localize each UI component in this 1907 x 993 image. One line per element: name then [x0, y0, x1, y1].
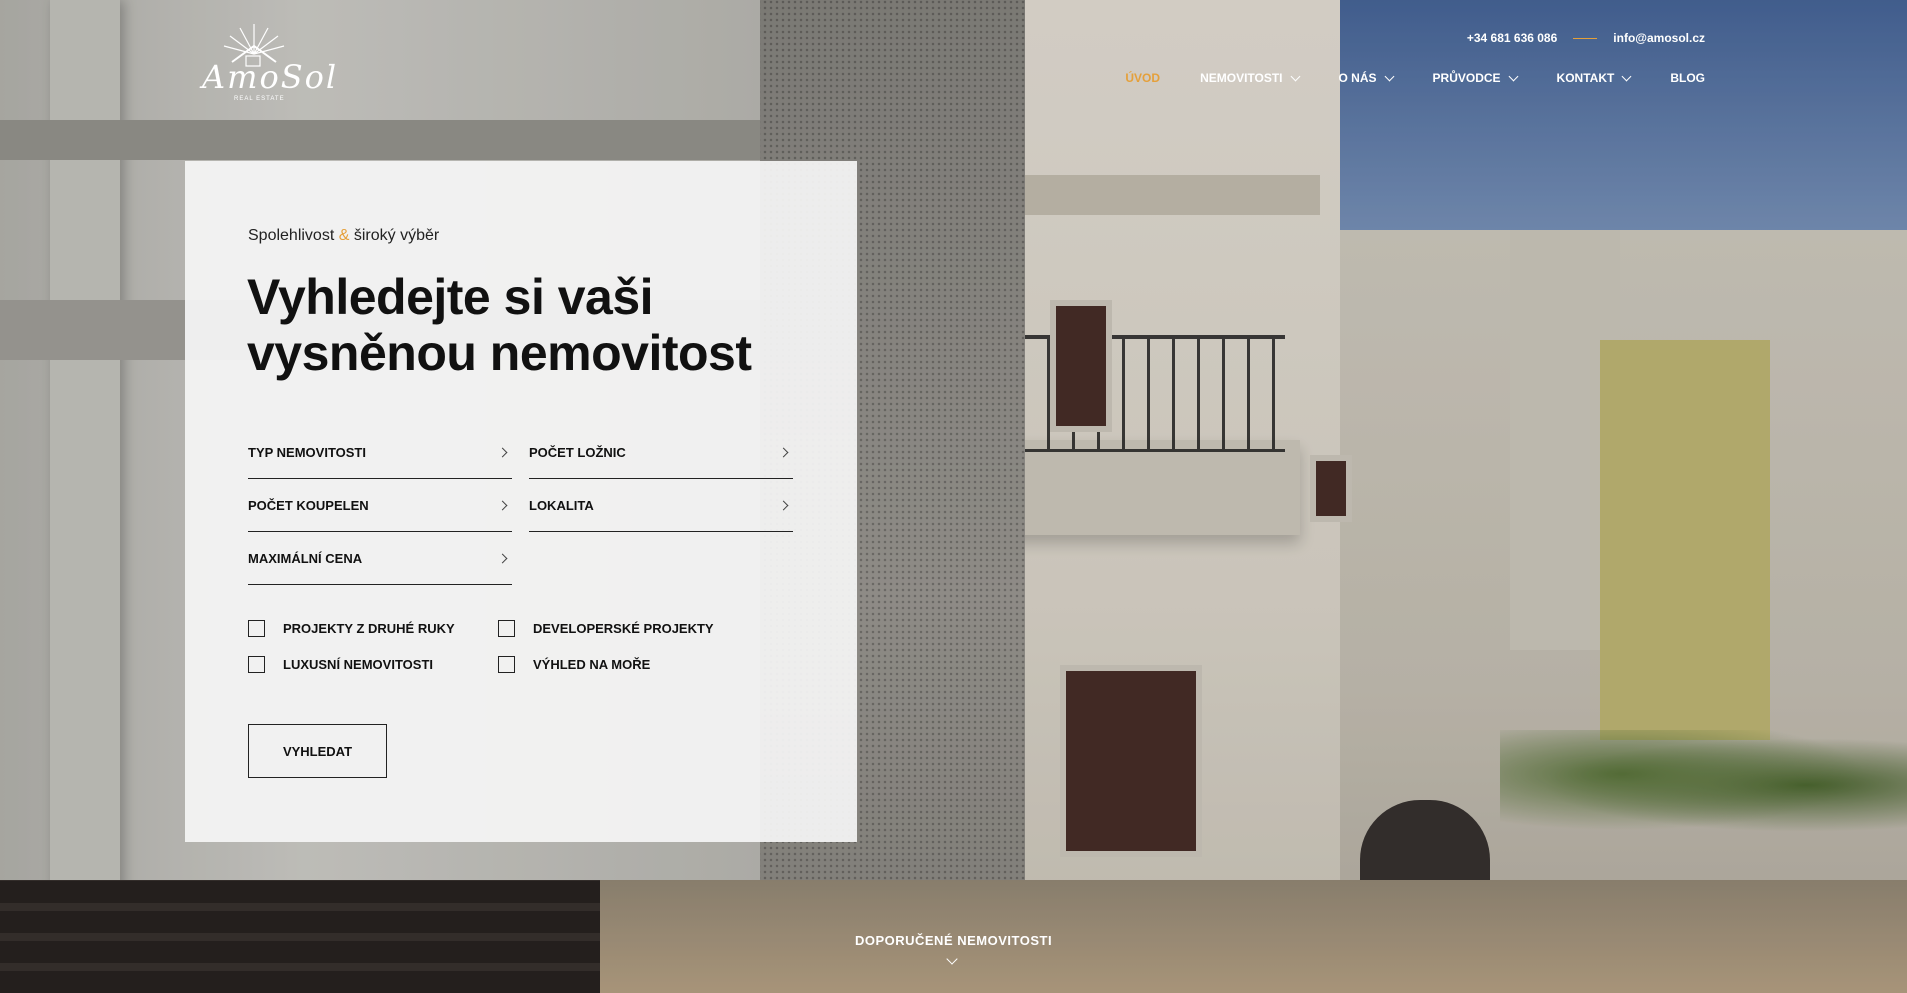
- field-label: TYP NEMOVITOSTI: [248, 445, 366, 460]
- field-label: POČET KOUPELEN: [248, 498, 369, 513]
- field-label: LOKALITA: [529, 498, 594, 513]
- checkbox-label: VÝHLED NA MOŘE: [533, 657, 651, 672]
- checkbox-sea-view[interactable]: VÝHLED NA MOŘE: [498, 656, 650, 673]
- checkbox-label: LUXUSNÍ NEMOVITOSTI: [283, 657, 433, 672]
- hero-tagline: Spolehlivost & široký výběr: [248, 227, 439, 245]
- nav-label: KONTAKT: [1556, 71, 1615, 85]
- main-nav: ÚVOD NEMOVITOSTI O NÁS PRŮVODCE KONTAKT …: [1085, 71, 1705, 85]
- select-property-type[interactable]: TYP NEMOVITOSTI: [248, 427, 512, 479]
- logo-wordmark: AmoSol: [202, 58, 339, 96]
- chevron-down-icon: [1508, 71, 1518, 81]
- checkbox-box[interactable]: [498, 620, 515, 637]
- chevron-down-icon: [1621, 71, 1632, 81]
- chevron-right-icon: [497, 553, 508, 564]
- select-max-price[interactable]: MAXIMÁLNÍ CENA: [248, 533, 512, 585]
- chevron-right-icon: [497, 447, 508, 458]
- checkbox-label: DEVELOPERSKÉ PROJEKTY: [533, 621, 714, 636]
- brand-logo[interactable]: AmoSol REAL ESTATE: [196, 18, 346, 106]
- select-location[interactable]: LOKALITA: [529, 480, 793, 532]
- checkbox-second-hand[interactable]: PROJEKTY Z DRUHÉ RUKY: [248, 620, 455, 637]
- tagline-ampersand: &: [338, 227, 350, 244]
- nav-label: PRŮVODCE: [1432, 71, 1501, 85]
- nav-label: ÚVOD: [1125, 71, 1161, 85]
- nav-label: O NÁS: [1338, 71, 1377, 85]
- checkbox-label: PROJEKTY Z DRUHÉ RUKY: [283, 621, 455, 636]
- nav-item-pruvodce[interactable]: PRŮVODCE: [1432, 71, 1518, 85]
- nav-item-uvod[interactable]: ÚVOD: [1125, 71, 1160, 85]
- nav-item-blog[interactable]: BLOG: [1670, 71, 1705, 85]
- featured-properties-link[interactable]: DOPORUČENÉ NEMOVITOSTI: [0, 933, 1907, 948]
- search-submit-button[interactable]: VYHLEDAT: [248, 724, 387, 778]
- select-bathrooms[interactable]: POČET KOUPELEN: [248, 480, 512, 532]
- phone-link[interactable]: +34 681 636 086: [1467, 31, 1557, 45]
- field-label: POČET LOŽNIC: [529, 445, 626, 460]
- chevron-right-icon: [497, 500, 508, 511]
- hero-headline: Vyhledejte si vaši vysněnou nemovitost: [247, 269, 752, 381]
- checkbox-box[interactable]: [248, 620, 265, 637]
- nav-label: NEMOVITOSTI: [1200, 71, 1283, 85]
- contact-separator: [1573, 37, 1598, 39]
- field-label: MAXIMÁLNÍ CENA: [248, 551, 363, 566]
- checkbox-luxury[interactable]: LUXUSNÍ NEMOVITOSTI: [248, 656, 433, 673]
- email-link[interactable]: info@amosol.cz: [1613, 31, 1705, 45]
- nav-label: BLOG: [1670, 71, 1705, 85]
- tagline-part-2: široký výběr: [353, 227, 440, 244]
- nav-item-kontakt[interactable]: KONTAKT: [1556, 71, 1632, 85]
- nav-item-o-nas[interactable]: O NÁS: [1338, 71, 1394, 85]
- checkbox-developer-projects[interactable]: DEVELOPERSKÉ PROJEKTY: [498, 620, 714, 637]
- checkbox-box[interactable]: [248, 656, 265, 673]
- property-search-card: Spolehlivost & široký výběr Vyhledejte s…: [185, 161, 857, 842]
- chevron-right-icon: [778, 447, 789, 458]
- tagline-part-1: Spolehlivost: [248, 227, 335, 244]
- chevron-down-icon: [1290, 71, 1300, 81]
- contact-bar: +34 681 636 086 info@amosol.cz: [1467, 31, 1705, 45]
- logo-subtitle: REAL ESTATE: [234, 96, 285, 102]
- chevron-down-icon: [1384, 71, 1394, 81]
- chevron-right-icon: [778, 500, 789, 511]
- checkbox-box[interactable]: [498, 656, 515, 673]
- select-bedrooms[interactable]: POČET LOŽNIC: [529, 427, 793, 479]
- nav-item-nemovitosti[interactable]: NEMOVITOSTI: [1200, 71, 1300, 85]
